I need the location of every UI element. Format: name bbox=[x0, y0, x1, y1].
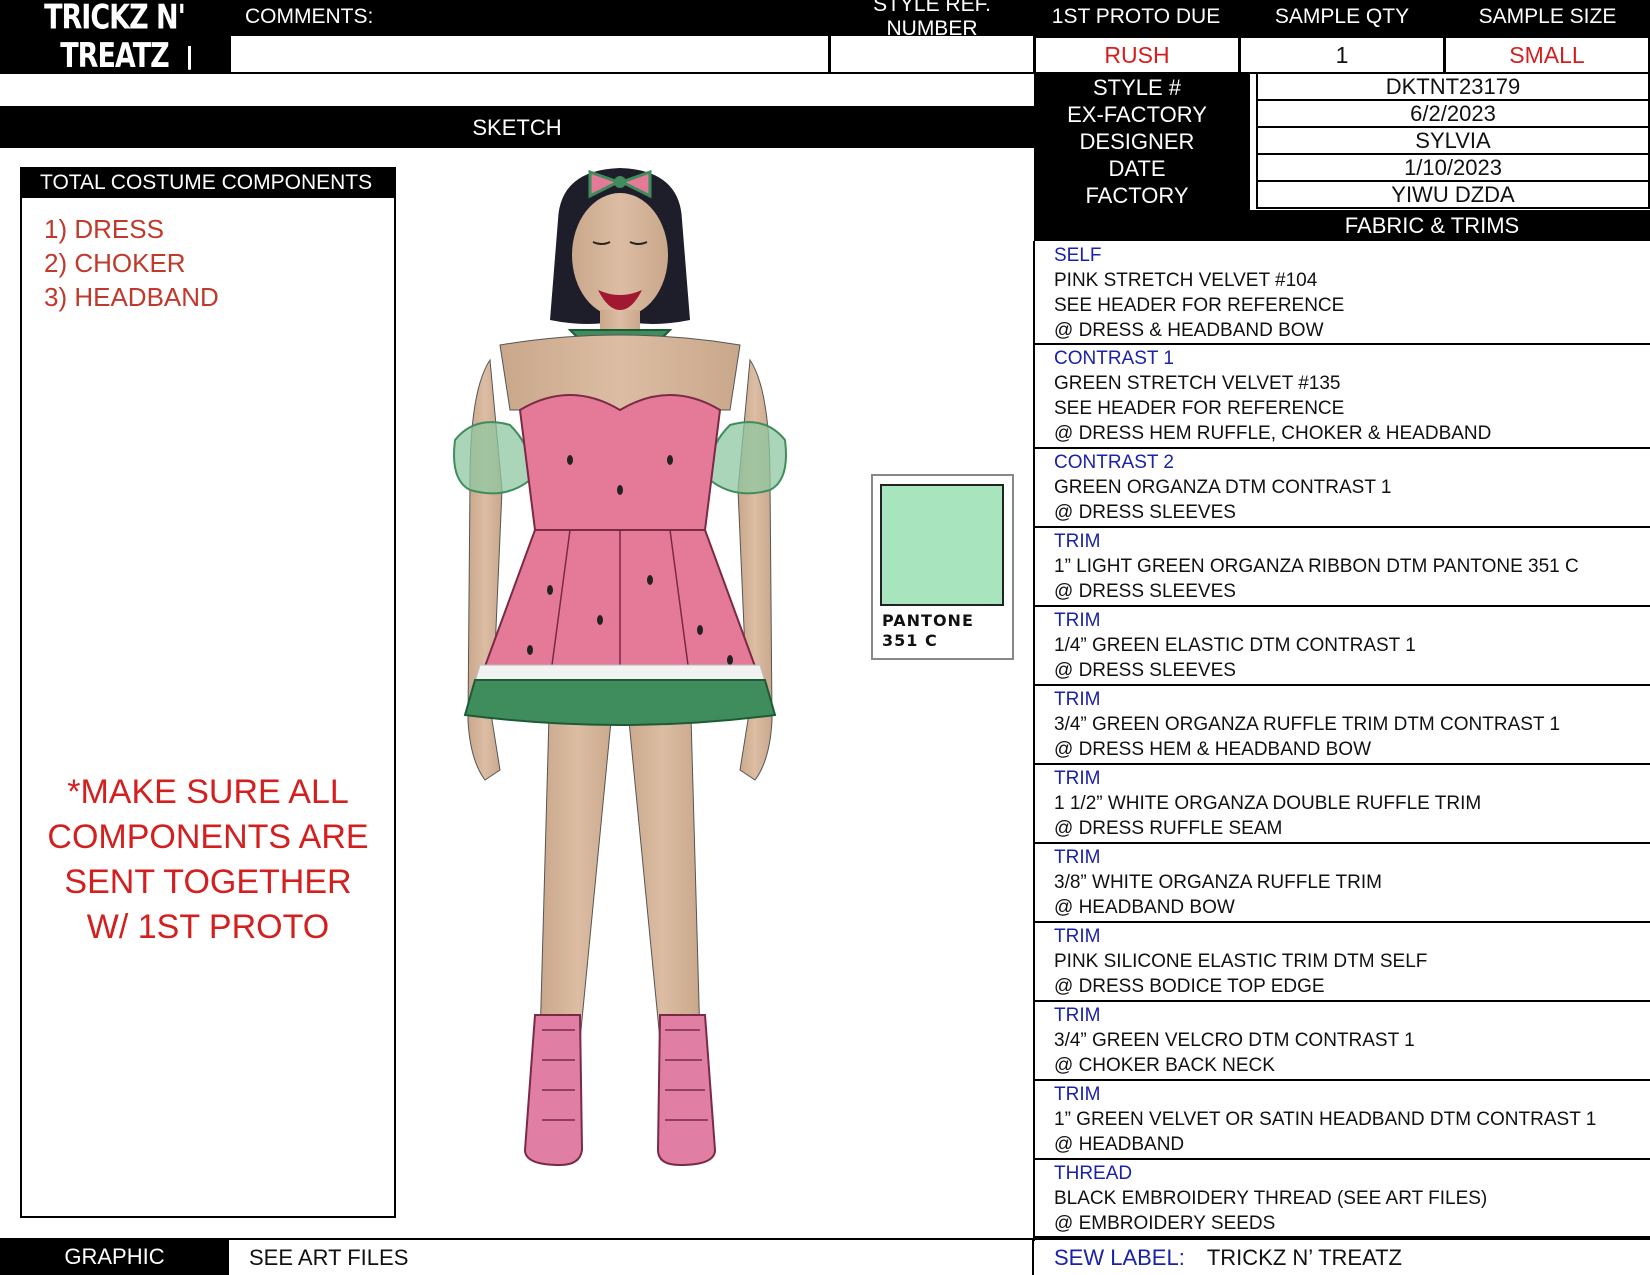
sample-qty-label: SAMPLE QTY bbox=[1274, 5, 1410, 28]
section-type: TRIM bbox=[1054, 531, 1101, 552]
proto-due-value: RUSH bbox=[1034, 36, 1240, 74]
brand-logo: TRICKZ N' TREATZ bbox=[44, 0, 186, 76]
designer-label: DESIGNER bbox=[1079, 128, 1195, 154]
section-type: TRIM bbox=[1054, 847, 1101, 868]
fabric-section-thread: THREAD BLACK EMBROIDERY THREAD (SEE ART … bbox=[1034, 1160, 1650, 1238]
ex-factory-value: 6/2/2023 bbox=[1256, 101, 1650, 128]
section-line: BLACK EMBROIDERY THREAD (SEE ART FILES) bbox=[1054, 1188, 1488, 1209]
section-line: GREEN STRETCH VELVET #135 bbox=[1054, 373, 1341, 394]
section-line: @ DRESS BODICE TOP EDGE bbox=[1054, 976, 1325, 997]
section-type: TRIM bbox=[1054, 689, 1101, 710]
factory-label: FACTORY bbox=[1085, 182, 1189, 208]
factory-value: YIWU DZDA bbox=[1256, 182, 1650, 209]
pantone-swatch-label: PANTONE 351 C bbox=[882, 611, 974, 651]
brand-logo-box: TRICKZ N' TREATZ bbox=[0, 0, 229, 76]
components-box: 1) DRESS 2) CHOKER 3) HEADBAND bbox=[20, 196, 396, 1218]
sketch-title: SKETCH bbox=[0, 108, 1034, 148]
section-line: PINK STRETCH VELVET #104 bbox=[1054, 270, 1318, 291]
section-line: @ EMBROIDERY SEEDS bbox=[1054, 1213, 1276, 1234]
section-line: 1” GREEN VELVET OR SATIN HEADBAND DTM CO… bbox=[1054, 1109, 1597, 1130]
notice-line: *MAKE SURE ALL bbox=[67, 773, 349, 811]
graphic-value: SEE ART FILES bbox=[229, 1238, 1034, 1275]
section-type: CONTRAST 1 bbox=[1054, 348, 1175, 369]
section-type: CONTRAST 2 bbox=[1054, 452, 1175, 473]
section-line: GREEN ORGANZA DTM CONTRAST 1 bbox=[1054, 477, 1392, 498]
fabric-section-trim: TRIM 1 1/2” WHITE ORGANZA DOUBLE RUFFLE … bbox=[1034, 765, 1650, 844]
ex-factory-label: EX-FACTORY bbox=[1067, 101, 1207, 127]
fabric-section-contrast-2: CONTRAST 2 GREEN ORGANZA DTM CONTRAST 1 … bbox=[1034, 449, 1650, 528]
section-line: @ DRESS HEM RUFFLE, CHOKER & HEADBAND bbox=[1054, 423, 1492, 444]
notice-line: W/ 1ST PROTO bbox=[86, 908, 330, 946]
pantone-label-line1: PANTONE bbox=[882, 611, 974, 630]
section-line: @ DRESS SLEEVES bbox=[1054, 581, 1236, 602]
component-item-headband: 3) HEADBAND bbox=[44, 282, 219, 312]
section-type: TRIM bbox=[1054, 768, 1101, 789]
section-type: TRIM bbox=[1054, 610, 1101, 631]
section-line: 3/4” GREEN VELCRO DTM CONTRAST 1 bbox=[1054, 1030, 1415, 1051]
section-line: SEE HEADER FOR REFERENCE bbox=[1054, 398, 1345, 419]
designer-value: SYLVIA bbox=[1256, 128, 1650, 155]
fabric-section-trim: TRIM PINK SILICONE ELASTIC TRIM DTM SELF… bbox=[1034, 923, 1650, 1002]
sew-label-label: SEW LABEL: bbox=[1054, 1244, 1185, 1270]
section-line: @ DRESS RUFFLE SEAM bbox=[1054, 818, 1283, 839]
section-line: 1/4” GREEN ELASTIC DTM CONTRAST 1 bbox=[1054, 635, 1416, 656]
style-ref-label: STYLE REF. NUMBER bbox=[873, 0, 991, 40]
component-item-dress: 1) DRESS bbox=[44, 214, 164, 244]
comments-label: COMMENTS: bbox=[245, 5, 374, 28]
style-number-label: STYLE # bbox=[1092, 74, 1182, 100]
sample-qty-value: 1 bbox=[1239, 36, 1445, 74]
section-type: SELF bbox=[1054, 245, 1102, 266]
notice-line: SENT TOGETHER bbox=[64, 863, 352, 901]
section-line: 3/4” GREEN ORGANZA RUFFLE TRIM DTM CONTR… bbox=[1054, 714, 1561, 735]
section-line: @ DRESS SLEEVES bbox=[1054, 502, 1236, 523]
proto-due-label: 1ST PROTO DUE bbox=[1051, 5, 1221, 28]
section-type: THREAD bbox=[1054, 1163, 1133, 1184]
section-line: 1 1/2” WHITE ORGANZA DOUBLE RUFFLE TRIM bbox=[1054, 793, 1482, 814]
section-line: @ CHOKER BACK NECK bbox=[1054, 1055, 1275, 1076]
sew-label-value: TRICKZ N’ TREATZ bbox=[1206, 1244, 1402, 1270]
pantone-swatch-color bbox=[880, 484, 1004, 606]
section-type: TRIM bbox=[1054, 1084, 1101, 1105]
fabric-section-self: SELF PINK STRETCH VELVET #104 SEE HEADER… bbox=[1034, 242, 1650, 345]
components-title: TOTAL COSTUME COMPONENTS bbox=[20, 167, 396, 198]
section-line: SEE HEADER FOR REFERENCE bbox=[1054, 295, 1345, 316]
graphic-label: GRAPHIC bbox=[0, 1238, 229, 1275]
style-number-value: DKTNT23179 bbox=[1256, 74, 1650, 101]
section-line: @ HEADBAND bbox=[1054, 1134, 1185, 1155]
costume-sketch bbox=[453, 168, 787, 1167]
fabric-section-trim: TRIM 3/8” WHITE ORGANZA RUFFLE TRIM @ HE… bbox=[1034, 844, 1650, 923]
comments-field[interactable] bbox=[229, 36, 830, 74]
section-type: TRIM bbox=[1054, 926, 1101, 947]
section-type: TRIM bbox=[1054, 1005, 1101, 1026]
sample-size-value: SMALL bbox=[1444, 36, 1650, 74]
section-line: 3/8” WHITE ORGANZA RUFFLE TRIM bbox=[1054, 872, 1382, 893]
fabric-section-trim: TRIM 1” GREEN VELVET OR SATIN HEADBAND D… bbox=[1034, 1081, 1650, 1160]
date-value: 1/10/2023 bbox=[1256, 155, 1650, 182]
date-label: DATE bbox=[1108, 155, 1166, 181]
pantone-label-line2: 351 C bbox=[882, 631, 938, 650]
fabric-section-trim: TRIM 3/4” GREEN VELCRO DTM CONTRAST 1 @ … bbox=[1034, 1002, 1650, 1081]
blank-row bbox=[0, 74, 1034, 108]
fabric-section-trim: TRIM 3/4” GREEN ORGANZA RUFFLE TRIM DTM … bbox=[1034, 686, 1650, 765]
logo-drip-decoration bbox=[188, 46, 191, 70]
sew-label-row: SEW LABEL: TRICKZ N’ TREATZ bbox=[1034, 1238, 1650, 1275]
notice-line: COMPONENTS ARE bbox=[47, 818, 369, 856]
fabric-section-trim: TRIM 1” LIGHT GREEN ORGANZA RIBBON DTM P… bbox=[1034, 528, 1650, 607]
sample-size-label: SAMPLE SIZE bbox=[1478, 5, 1617, 28]
fabric-section-trim: TRIM 1/4” GREEN ELASTIC DTM CONTRAST 1 @… bbox=[1034, 607, 1650, 686]
section-line: @ HEADBAND BOW bbox=[1054, 897, 1235, 918]
section-line: @ DRESS & HEADBAND BOW bbox=[1054, 320, 1324, 341]
info-divider bbox=[1240, 74, 1250, 212]
style-ref-field[interactable] bbox=[829, 36, 1035, 74]
components-notice: *MAKE SURE ALL COMPONENTS ARE SENT TOGET… bbox=[30, 770, 386, 950]
section-line: 1” LIGHT GREEN ORGANZA RIBBON DTM PANTON… bbox=[1054, 556, 1579, 577]
component-item-choker: 2) CHOKER bbox=[44, 248, 186, 278]
fabric-section-contrast-1: CONTRAST 1 GREEN STRETCH VELVET #135 SEE… bbox=[1034, 345, 1650, 449]
section-line: @ DRESS HEM & HEADBAND BOW bbox=[1054, 739, 1371, 760]
section-line: PINK SILICONE ELASTIC TRIM DTM SELF bbox=[1054, 951, 1428, 972]
fabric-trims-title: FABRIC & TRIMS bbox=[1034, 210, 1650, 241]
section-line: @ DRESS SLEEVES bbox=[1054, 660, 1236, 681]
